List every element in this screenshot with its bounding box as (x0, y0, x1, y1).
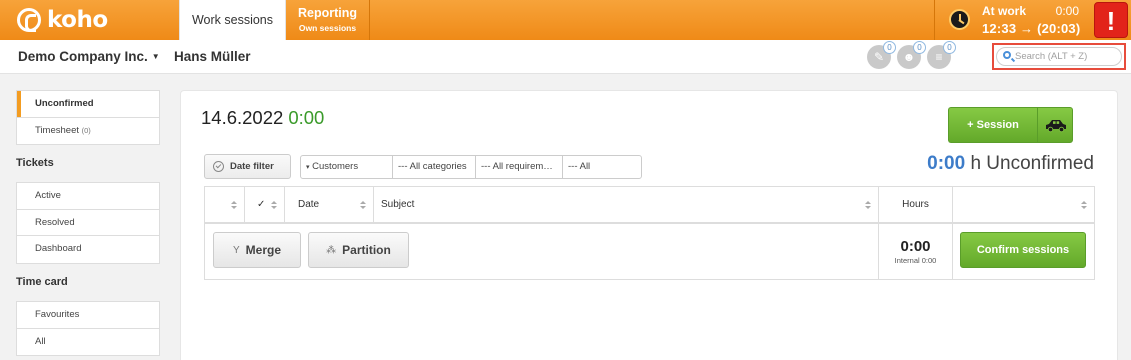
search-box (992, 43, 1126, 70)
sidebar-item-timesheet[interactable]: Timesheet (0) (17, 118, 159, 145)
status-duration: 0:00 (1055, 4, 1079, 18)
date-filter-label: Date filter (230, 161, 274, 172)
sidebar-item-label: Resolved (35, 216, 75, 228)
sidebar-timecard-group: Favourites All (16, 301, 160, 356)
unconfirmed-label: h Unconfirmed (970, 153, 1094, 174)
column-subject-label: Subject (381, 199, 415, 210)
caret-down-icon: ▾ (306, 164, 310, 171)
sidebar-tickets-group: Active Resolved Dashboard (16, 182, 160, 264)
merge-button[interactable]: Y Merge (213, 232, 301, 268)
status-time: 12:33 → (20:03) (982, 21, 1081, 36)
search-icon (1003, 51, 1011, 59)
column-date[interactable]: Date (285, 187, 374, 222)
status-label: At work (982, 4, 1027, 18)
sidebar-item-label: All (35, 335, 46, 347)
tab-reporting-sublabel: Own sessions (298, 23, 357, 33)
sidebar-item-dashboard[interactable]: Dashboard (17, 236, 159, 263)
hours-total: 0:00 (900, 238, 931, 255)
koho-logo[interactable]: koho (17, 7, 108, 33)
sidebar-heading-time-card: Time card (16, 276, 68, 288)
categories-filter[interactable]: --- All categories (393, 156, 476, 178)
sidebar-heading-tickets: Tickets (16, 157, 54, 169)
column-actions[interactable] (953, 187, 1094, 222)
unconfirmed-hours: 0:00 (927, 153, 966, 174)
sidebar-item-unconfirmed[interactable]: Unconfirmed (17, 91, 159, 118)
date-total-time: 0:00 (288, 107, 325, 128)
sidebar-sessions-group: Unconfirmed Timesheet (0) (16, 90, 160, 145)
hours-summary: 0:00 Internal 0:00 (878, 224, 953, 279)
notification-badge: 0 (943, 41, 956, 54)
column-confirmed[interactable]: ✓ (245, 187, 285, 222)
tab-work-sessions-label: Work sessions (191, 13, 274, 27)
list-notification[interactable]: ≡ 0 (927, 41, 956, 69)
sidebar-item-label: Unconfirmed (35, 98, 94, 109)
add-travel-button[interactable] (1037, 107, 1073, 143)
filter-bar: ▾ Customers --- All categories --- All r… (300, 155, 642, 179)
sidebar-item-label: Timesheet (35, 124, 79, 136)
brand-name: koho (47, 7, 108, 33)
sort-icon (231, 201, 237, 210)
sidebar-item-label: Dashboard (35, 243, 82, 254)
tab-work-sessions[interactable]: Work sessions (179, 0, 286, 40)
work-status[interactable]: At work 0:00 12:33 → (20:03) (934, 0, 1092, 40)
sidebar-item-count: (0) (81, 125, 91, 135)
top-bar: koho Work sessions Reporting Own session… (0, 0, 1131, 40)
caret-down-icon: ▼ (151, 52, 160, 61)
tickets-notification[interactable]: ✎ 0 (867, 41, 896, 69)
date-filter-button[interactable]: Date filter (204, 154, 291, 179)
sidebar-item-favourites[interactable]: Favourites (17, 302, 159, 329)
notification-badge: 0 (913, 41, 926, 54)
column-subject[interactable]: Subject (374, 187, 879, 222)
table-header: ✓ Date Subject Hours (205, 187, 1094, 224)
tag-icon: ✎ (873, 50, 885, 64)
sidebar-item-label: Favourites (35, 309, 80, 320)
clock-icon (949, 9, 970, 30)
requirements-filter[interactable]: --- All requirem… (476, 156, 563, 178)
partition-icon: ⁂ (326, 244, 337, 256)
partition-button[interactable]: ⁂ Partition (308, 232, 409, 268)
all-filter[interactable]: --- All (563, 156, 641, 178)
customers-filter-value: Customers (312, 161, 359, 172)
sidebar-item-label: Active (35, 190, 61, 201)
koho-logo-icon (17, 8, 41, 32)
search-input[interactable] (1015, 49, 1119, 64)
list-icon: ≡ (935, 50, 943, 64)
merge-label: Merge (245, 243, 281, 257)
customers-filter[interactable]: ▾ Customers (301, 156, 393, 178)
sort-icon (271, 201, 277, 210)
tab-reporting[interactable]: Reporting Own sessions (286, 0, 370, 40)
context-bar: Demo Company Inc. ▼ Hans Müller ✎ 0 ☻ 0 ≡… (0, 40, 1131, 74)
users-notification[interactable]: ☻ 0 (897, 41, 926, 69)
sessions-table: ✓ Date Subject Hours Y Merge ⁂ Partition… (204, 186, 1095, 280)
sort-icon (865, 201, 871, 210)
sidebar-item-active[interactable]: Active (17, 183, 159, 210)
alert-button[interactable]: ! (1094, 2, 1128, 38)
user-name[interactable]: Hans Müller (174, 49, 251, 64)
selected-date: 14.6.2022 (201, 107, 284, 128)
users-icon: ☻ (902, 50, 916, 64)
company-selector[interactable]: Demo Company Inc. ▼ (18, 49, 160, 64)
unconfirmed-total: 0:00 h Unconfirmed (927, 153, 1094, 175)
column-select[interactable] (205, 187, 245, 222)
hours-internal: Internal 0:00 (894, 256, 937, 265)
sidebar-item-all[interactable]: All (17, 329, 159, 356)
sort-icon (1081, 201, 1087, 210)
merge-icon: Y (232, 244, 240, 256)
confirm-sessions-button[interactable]: Confirm sessions (960, 232, 1086, 268)
sort-icon (360, 201, 366, 210)
partition-label: Partition (342, 243, 391, 257)
column-confirmed-label: ✓ (257, 199, 266, 210)
column-date-label: Date (298, 199, 320, 210)
page-title: 14.6.2022 0:00 (201, 107, 324, 129)
check-circle-icon (213, 161, 224, 172)
tab-reporting-label: Reporting (297, 6, 358, 20)
car-icon (1046, 120, 1066, 133)
add-session-button[interactable]: + Session (948, 107, 1037, 143)
column-hours[interactable]: Hours (879, 187, 953, 222)
search-field[interactable] (996, 47, 1122, 66)
company-name: Demo Company Inc. (18, 49, 148, 64)
sidebar-item-resolved[interactable]: Resolved (17, 210, 159, 236)
notification-badge: 0 (883, 41, 896, 54)
main-panel: 14.6.2022 0:00 + Session Date filter ▾ Cu… (180, 90, 1118, 360)
